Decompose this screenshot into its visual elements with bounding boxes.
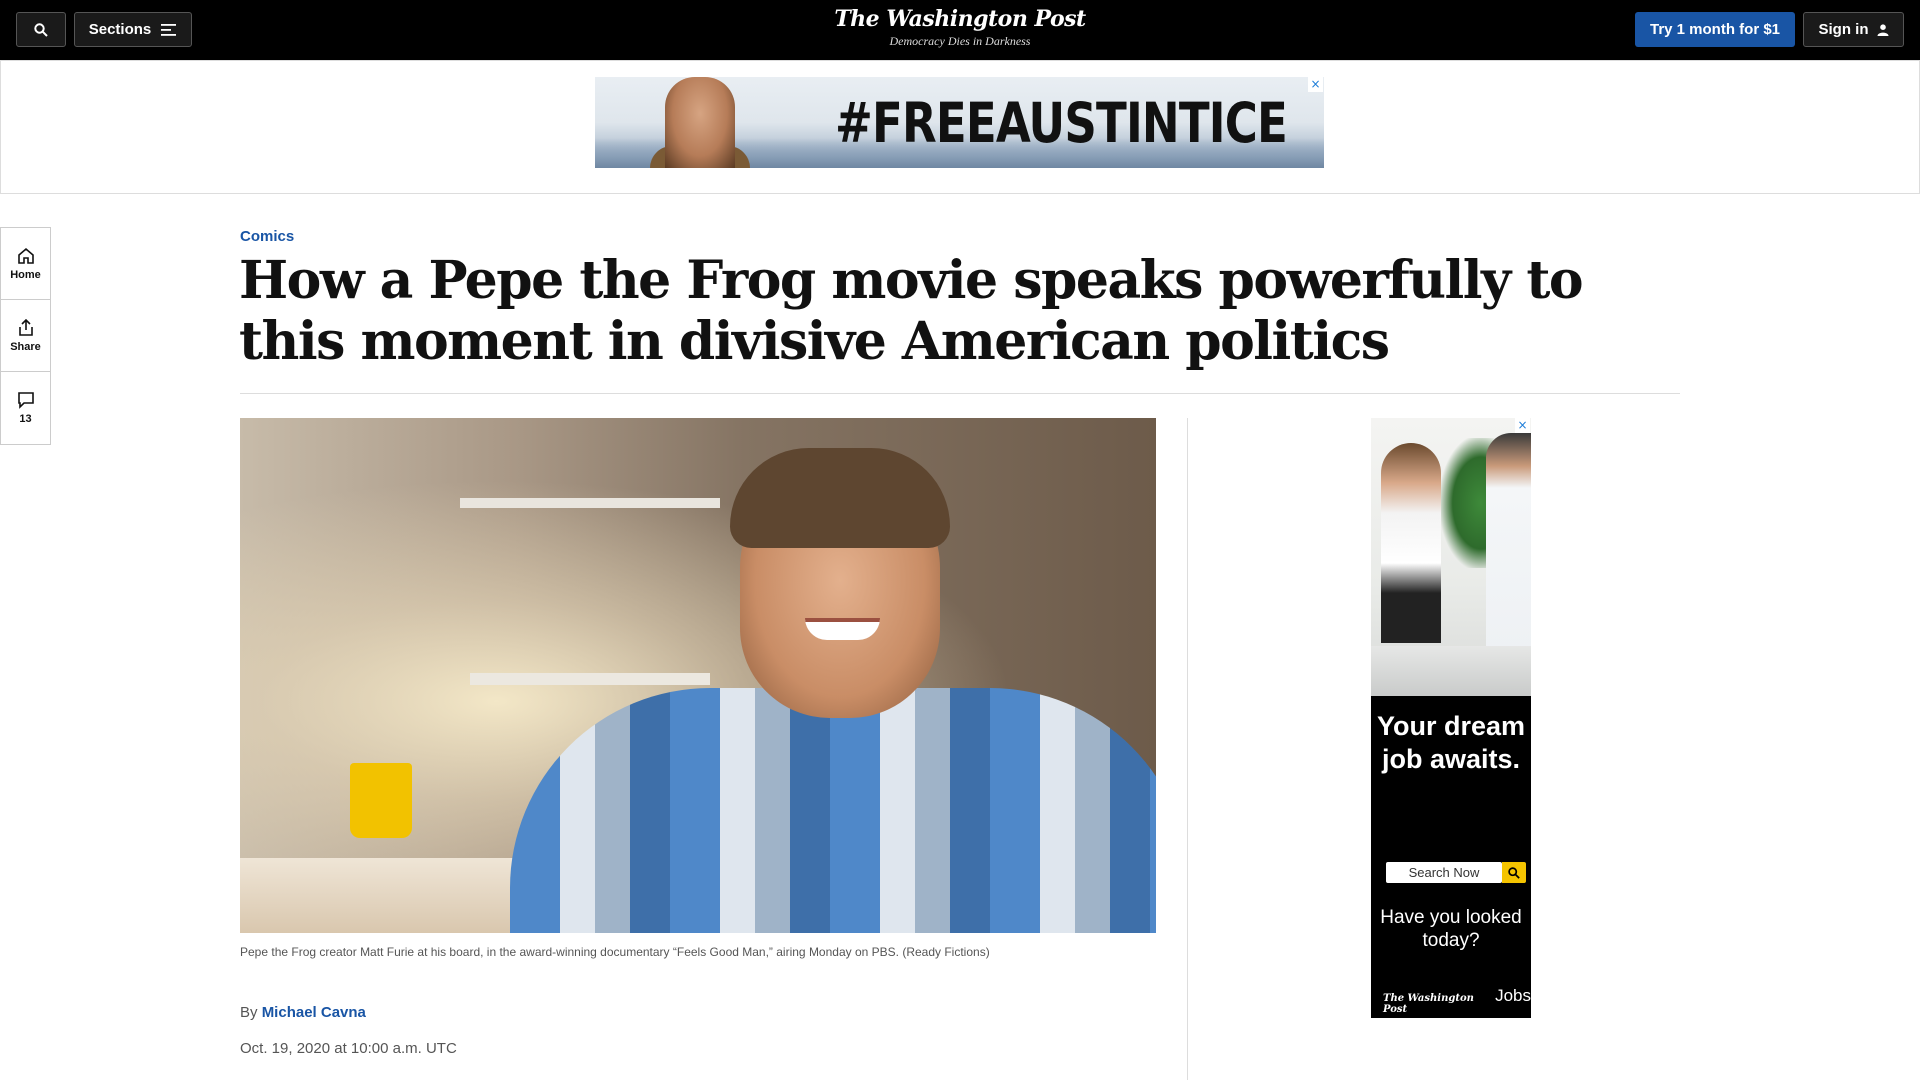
left-action-rail: Home Share 13 [0,227,51,445]
jobs-ad-photo [1371,418,1531,696]
logo-name: The Washington Post [834,6,1086,32]
share-icon [18,318,33,336]
column-divider [1187,418,1188,1080]
comment-icon [17,392,34,409]
rail-share-button[interactable]: Share [1,300,50,372]
top-ad-close-icon[interactable]: × [1308,77,1323,92]
rail-share-label: Share [10,340,41,353]
jobs-search-button[interactable] [1502,862,1526,883]
article-section-kicker[interactable]: Comics [240,228,294,245]
jobs-ad-headline: Your dream job awaits. [1371,710,1531,776]
jobs-ad-brand: The Washington Post Jobs [1383,986,1531,1015]
byline-prefix: By [240,1004,258,1021]
jobs-side-ad[interactable]: Your dream job awaits. Search Now Have y… [1371,418,1531,1018]
logo-tagline: Democracy Dies in Darkness [889,34,1031,48]
search-icon [1508,866,1520,879]
sections-menu-button[interactable]: Sections [74,12,192,47]
rail-home-label: Home [10,268,41,281]
rail-comments-count: 13 [19,413,32,425]
photo-plaid-shirt [510,688,1156,933]
user-icon [1877,23,1888,36]
banner-person-photo [665,77,735,168]
rail-home-button[interactable]: Home [1,228,50,300]
jobs-photo-desk [1371,646,1531,696]
subscribe-trial-button[interactable]: Try 1 month for $1 [1635,12,1795,47]
home-icon [17,247,34,264]
jobs-ad-subtext: Have you looked today? [1380,907,1522,951]
photo-shelf-bottom [470,673,710,685]
top-navigation-bar: Sections The Washington Post Democracy D… [0,0,1920,60]
jobs-brand-logo: The Washington Post [1383,993,1474,1015]
photo-caption: Pepe the Frog creator Matt Furie at his … [240,945,990,959]
sign-in-label: Sign in [1818,21,1869,38]
menu-icon [161,23,177,36]
side-ad-close-icon[interactable]: × [1515,418,1530,433]
photo-smile [805,618,880,640]
jobs-ad-headline-text: Your dream job awaits. [1376,711,1526,774]
sign-in-button[interactable]: Sign in [1803,12,1904,47]
jobs-photo-man [1486,433,1531,653]
site-logo[interactable]: The Washington Post Democracy Dies in Da… [760,6,1160,49]
article-byline: By Michael Cavna [240,1004,366,1021]
jobs-search-field[interactable]: Search Now [1386,862,1502,883]
headline-divider [240,393,1680,394]
jobs-photo-woman [1381,443,1441,643]
rail-comments-button[interactable]: 13 [1,372,50,444]
search-button[interactable] [16,12,66,47]
photo-shelf-top [460,498,720,508]
jobs-brand-suffix: Jobs [1495,986,1531,1005]
lead-photo[interactable] [240,418,1156,933]
article-headline: How a Pepe the Frog movie speaks powerfu… [239,250,1584,372]
banner-hashtag-text: #FREEAUSTINTICE [835,91,1288,155]
author-link[interactable]: Michael Cavna [262,1004,366,1021]
sections-label: Sections [88,21,152,38]
search-icon [34,22,48,37]
article-date: Oct. 19, 2020 at 10:00 a.m. UTC [240,1040,457,1057]
freeaustintice-banner-ad[interactable]: #FREEAUSTINTICE [595,77,1324,168]
photo-hair [730,448,950,548]
photo-pencil-cup [350,763,412,838]
